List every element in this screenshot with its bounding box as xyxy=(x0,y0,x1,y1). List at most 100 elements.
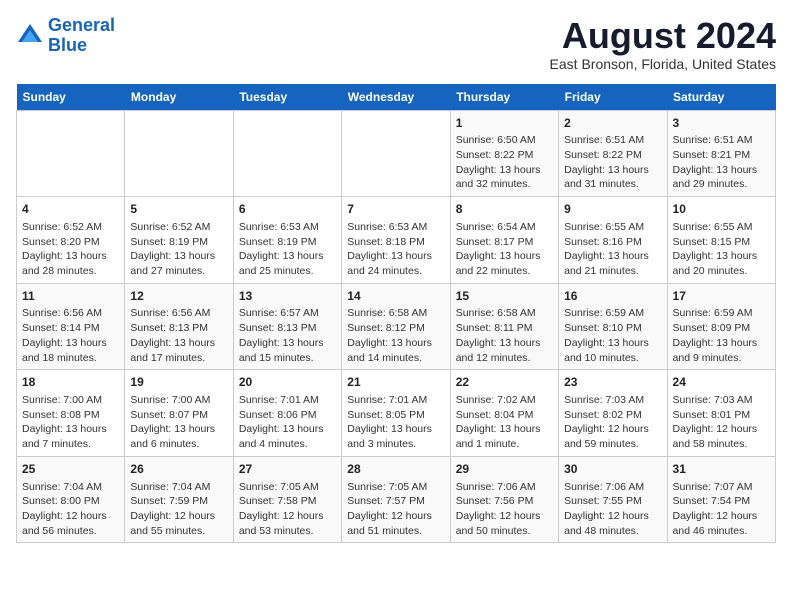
calendar-cell: 5 Sunrise: 6:52 AM Sunset: 8:19 PM Daylig… xyxy=(125,197,233,284)
day-number: 11 xyxy=(22,288,119,305)
calendar-cell: 30 Sunrise: 7:06 AM Sunset: 7:55 PM Dayli… xyxy=(559,456,667,543)
calendar-cell: 22 Sunrise: 7:02 AM Sunset: 8:04 PM Dayli… xyxy=(450,370,558,457)
weekday-header: Thursday xyxy=(450,84,558,111)
day-number: 16 xyxy=(564,288,661,305)
day-number: 10 xyxy=(673,201,770,218)
day-info: Sunrise: 6:52 AM Sunset: 8:19 PM Dayligh… xyxy=(130,220,227,279)
day-info: Sunrise: 6:56 AM Sunset: 8:14 PM Dayligh… xyxy=(22,306,119,365)
calendar-cell: 13Sunrise: 6:57 AM Sunset: 8:13 PM Dayli… xyxy=(233,283,341,370)
day-number: 1 xyxy=(456,115,553,132)
weekday-header: Friday xyxy=(559,84,667,111)
calendar-cell xyxy=(17,110,125,197)
day-number: 12 xyxy=(130,288,227,305)
calendar-cell: 27 Sunrise: 7:05 AM Sunset: 7:58 PM Dayli… xyxy=(233,456,341,543)
day-info: Sunrise: 6:51 AM Sunset: 8:22 PM Dayligh… xyxy=(564,133,661,192)
day-number: 8 xyxy=(456,201,553,218)
day-number: 17 xyxy=(673,288,770,305)
calendar-cell: 19 Sunrise: 7:00 AM Sunset: 8:07 PM Dayli… xyxy=(125,370,233,457)
calendar-week-row: 11Sunrise: 6:56 AM Sunset: 8:14 PM Dayli… xyxy=(17,283,776,370)
calendar-cell: 4 Sunrise: 6:52 AM Sunset: 8:20 PM Daylig… xyxy=(17,197,125,284)
calendar-cell: 12Sunrise: 6:56 AM Sunset: 8:13 PM Dayli… xyxy=(125,283,233,370)
calendar-cell: 7Sunrise: 6:53 AM Sunset: 8:18 PM Daylig… xyxy=(342,197,450,284)
day-number: 25 xyxy=(22,461,119,478)
page-header: General Blue August 2024 East Bronson, F… xyxy=(16,16,776,72)
day-info: Sunrise: 6:51 AM Sunset: 8:21 PM Dayligh… xyxy=(673,133,770,192)
day-number: 28 xyxy=(347,461,444,478)
day-info: Sunrise: 7:02 AM Sunset: 8:04 PM Dayligh… xyxy=(456,393,553,452)
day-number: 22 xyxy=(456,374,553,391)
weekday-header: Sunday xyxy=(17,84,125,111)
day-number: 6 xyxy=(239,201,336,218)
day-info: Sunrise: 6:55 AM Sunset: 8:16 PM Dayligh… xyxy=(564,220,661,279)
day-info: Sunrise: 6:58 AM Sunset: 8:11 PM Dayligh… xyxy=(456,306,553,365)
logo: General Blue xyxy=(16,16,115,56)
day-number: 23 xyxy=(564,374,661,391)
day-number: 7 xyxy=(347,201,444,218)
day-info: Sunrise: 6:50 AM Sunset: 8:22 PM Dayligh… xyxy=(456,133,553,192)
calendar-week-row: 4 Sunrise: 6:52 AM Sunset: 8:20 PM Daylig… xyxy=(17,197,776,284)
calendar-table: SundayMondayTuesdayWednesdayThursdayFrid… xyxy=(16,84,776,544)
day-info: Sunrise: 7:05 AM Sunset: 7:57 PM Dayligh… xyxy=(347,480,444,539)
day-number: 13 xyxy=(239,288,336,305)
day-info: Sunrise: 7:06 AM Sunset: 7:56 PM Dayligh… xyxy=(456,480,553,539)
day-info: Sunrise: 6:53 AM Sunset: 8:19 PM Dayligh… xyxy=(239,220,336,279)
calendar-cell: 21Sunrise: 7:01 AM Sunset: 8:05 PM Dayli… xyxy=(342,370,450,457)
day-info: Sunrise: 6:55 AM Sunset: 8:15 PM Dayligh… xyxy=(673,220,770,279)
day-info: Sunrise: 7:00 AM Sunset: 8:07 PM Dayligh… xyxy=(130,393,227,452)
day-info: Sunrise: 7:05 AM Sunset: 7:58 PM Dayligh… xyxy=(239,480,336,539)
day-info: Sunrise: 7:06 AM Sunset: 7:55 PM Dayligh… xyxy=(564,480,661,539)
calendar-cell: 8 Sunrise: 6:54 AM Sunset: 8:17 PM Daylig… xyxy=(450,197,558,284)
calendar-cell: 3Sunrise: 6:51 AM Sunset: 8:21 PM Daylig… xyxy=(667,110,775,197)
calendar-cell: 17Sunrise: 6:59 AM Sunset: 8:09 PM Dayli… xyxy=(667,283,775,370)
day-number: 24 xyxy=(673,374,770,391)
calendar-cell: 14Sunrise: 6:58 AM Sunset: 8:12 PM Dayli… xyxy=(342,283,450,370)
weekday-header: Wednesday xyxy=(342,84,450,111)
day-info: Sunrise: 6:59 AM Sunset: 8:09 PM Dayligh… xyxy=(673,306,770,365)
day-number: 3 xyxy=(673,115,770,132)
logo-line1: General xyxy=(48,15,115,35)
day-info: Sunrise: 7:04 AM Sunset: 7:59 PM Dayligh… xyxy=(130,480,227,539)
calendar-cell: 26Sunrise: 7:04 AM Sunset: 7:59 PM Dayli… xyxy=(125,456,233,543)
weekday-header: Saturday xyxy=(667,84,775,111)
calendar-cell: 10 Sunrise: 6:55 AM Sunset: 8:15 PM Dayli… xyxy=(667,197,775,284)
day-info: Sunrise: 6:54 AM Sunset: 8:17 PM Dayligh… xyxy=(456,220,553,279)
day-number: 18 xyxy=(22,374,119,391)
weekday-header-row: SundayMondayTuesdayWednesdayThursdayFrid… xyxy=(17,84,776,111)
day-info: Sunrise: 7:01 AM Sunset: 8:06 PM Dayligh… xyxy=(239,393,336,452)
logo-line2: Blue xyxy=(48,35,87,55)
day-info: Sunrise: 7:03 AM Sunset: 8:02 PM Dayligh… xyxy=(564,393,661,452)
day-number: 5 xyxy=(130,201,227,218)
calendar-cell: 2Sunrise: 6:51 AM Sunset: 8:22 PM Daylig… xyxy=(559,110,667,197)
month-title: August 2024 xyxy=(550,16,776,56)
calendar-cell: 25 Sunrise: 7:04 AM Sunset: 8:00 PM Dayli… xyxy=(17,456,125,543)
calendar-cell: 9Sunrise: 6:55 AM Sunset: 8:16 PM Daylig… xyxy=(559,197,667,284)
calendar-cell: 20 Sunrise: 7:01 AM Sunset: 8:06 PM Dayli… xyxy=(233,370,341,457)
day-number: 30 xyxy=(564,461,661,478)
day-number: 2 xyxy=(564,115,661,132)
calendar-cell xyxy=(125,110,233,197)
title-block: August 2024 East Bronson, Florida, Unite… xyxy=(550,16,776,72)
weekday-header: Monday xyxy=(125,84,233,111)
calendar-cell: 1Sunrise: 6:50 AM Sunset: 8:22 PM Daylig… xyxy=(450,110,558,197)
calendar-cell: 6 Sunrise: 6:53 AM Sunset: 8:19 PM Daylig… xyxy=(233,197,341,284)
day-number: 20 xyxy=(239,374,336,391)
calendar-cell: 23 Sunrise: 7:03 AM Sunset: 8:02 PM Dayli… xyxy=(559,370,667,457)
day-number: 19 xyxy=(130,374,227,391)
day-number: 4 xyxy=(22,201,119,218)
calendar-cell: 28 Sunrise: 7:05 AM Sunset: 7:57 PM Dayli… xyxy=(342,456,450,543)
day-info: Sunrise: 7:04 AM Sunset: 8:00 PM Dayligh… xyxy=(22,480,119,539)
day-info: Sunrise: 7:01 AM Sunset: 8:05 PM Dayligh… xyxy=(347,393,444,452)
day-info: Sunrise: 6:52 AM Sunset: 8:20 PM Dayligh… xyxy=(22,220,119,279)
day-number: 29 xyxy=(456,461,553,478)
calendar-cell xyxy=(233,110,341,197)
day-info: Sunrise: 7:07 AM Sunset: 7:54 PM Dayligh… xyxy=(673,480,770,539)
day-number: 27 xyxy=(239,461,336,478)
location: East Bronson, Florida, United States xyxy=(550,56,776,72)
calendar-cell: 15Sunrise: 6:58 AM Sunset: 8:11 PM Dayli… xyxy=(450,283,558,370)
calendar-cell: 16Sunrise: 6:59 AM Sunset: 8:10 PM Dayli… xyxy=(559,283,667,370)
day-info: Sunrise: 7:03 AM Sunset: 8:01 PM Dayligh… xyxy=(673,393,770,452)
calendar-cell: 31Sunrise: 7:07 AM Sunset: 7:54 PM Dayli… xyxy=(667,456,775,543)
calendar-cell xyxy=(342,110,450,197)
day-info: Sunrise: 6:58 AM Sunset: 8:12 PM Dayligh… xyxy=(347,306,444,365)
day-info: Sunrise: 6:56 AM Sunset: 8:13 PM Dayligh… xyxy=(130,306,227,365)
